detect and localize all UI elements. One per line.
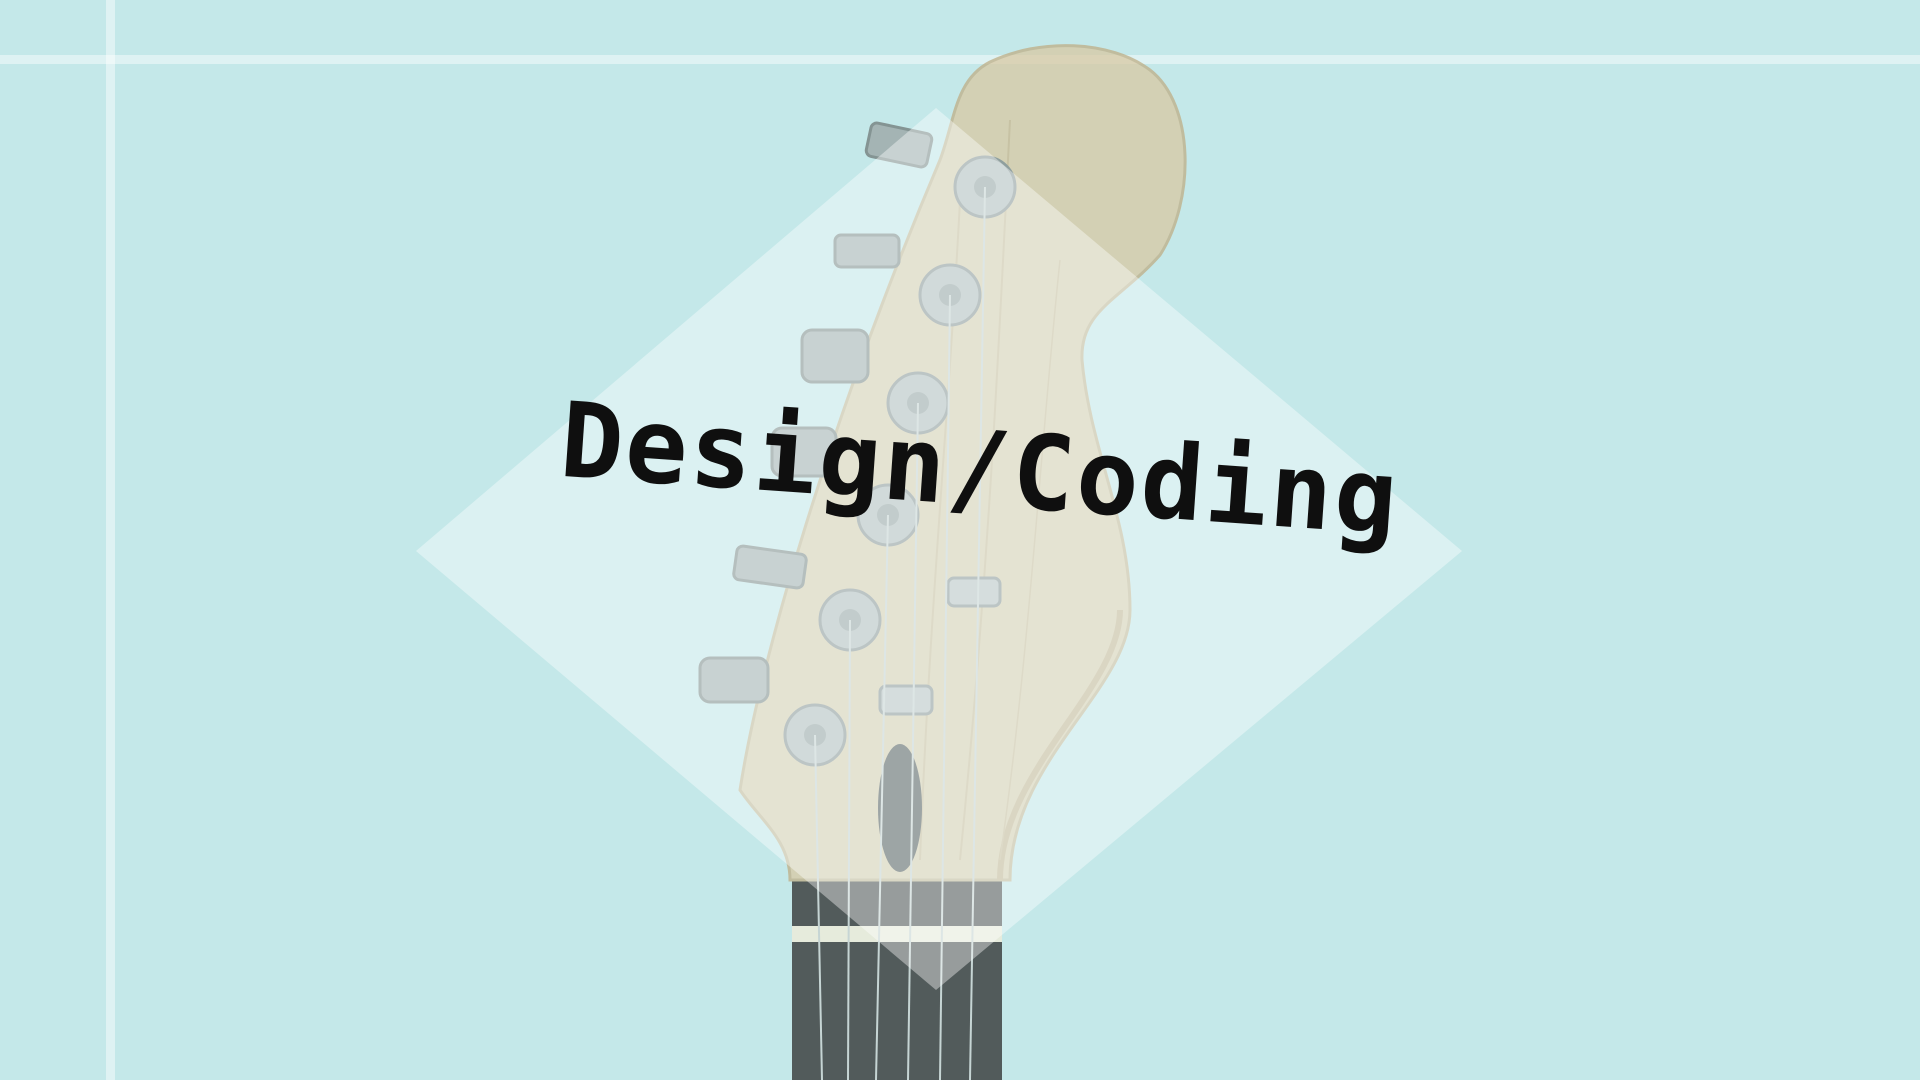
- title-card: Design/Coding: [0, 0, 1920, 1080]
